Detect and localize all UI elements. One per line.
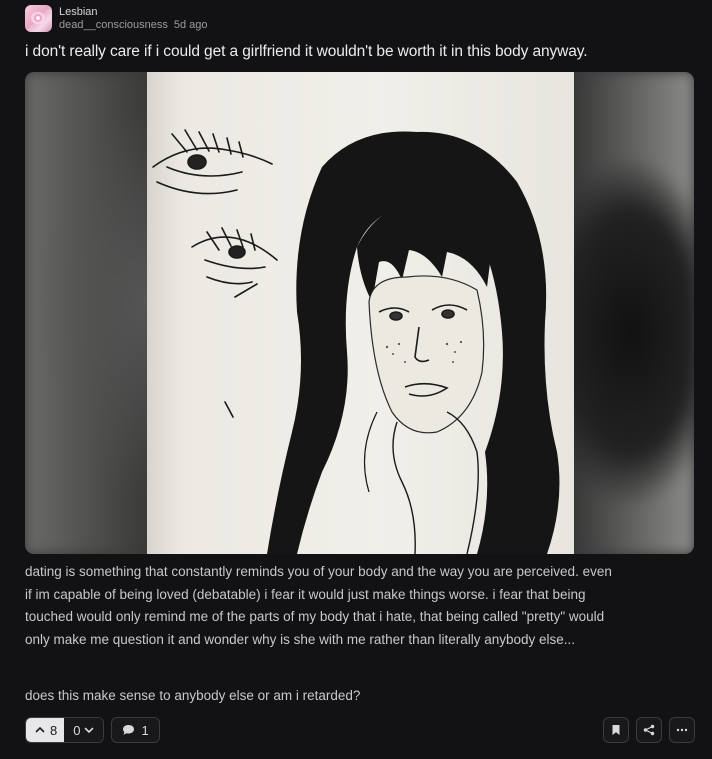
upvote-count: 8 — [50, 722, 58, 738]
post-secondary-actions — [603, 717, 695, 743]
comment-icon — [123, 725, 135, 735]
post-actions: 8 0 1 — [25, 717, 160, 743]
vote-group: 8 0 — [25, 717, 105, 743]
post-body: dating is something that constantly remi… — [25, 564, 612, 648]
upvote-button[interactable]: 8 — [26, 718, 65, 742]
downvote-count: 0 — [73, 722, 81, 738]
bookmark-button[interactable] — [603, 717, 629, 743]
community-avatar[interactable] — [25, 5, 52, 32]
bookmark-icon — [612, 725, 620, 735]
community-name[interactable]: Lesbian — [59, 6, 208, 19]
post-meta: Lesbian dead__consciousness 5d ago — [59, 6, 208, 32]
post-image[interactable] — [25, 72, 694, 554]
sketch-image — [147, 72, 574, 554]
post-age: 5d ago — [173, 18, 208, 31]
post-question: does this make sense to anybody else or … — [25, 688, 361, 703]
author-name[interactable]: dead__consciousness — [59, 19, 168, 32]
chevron-down-icon — [85, 727, 94, 734]
post-title[interactable]: i don't really care if i could get a gir… — [25, 43, 588, 61]
comment-count: 1 — [141, 722, 149, 738]
comments-button[interactable]: 1 — [111, 717, 160, 743]
post-header: Lesbian dead__consciousness 5d ago — [25, 5, 208, 32]
downvote-button[interactable]: 0 — [64, 718, 104, 742]
more-icon — [676, 728, 688, 732]
share-button[interactable] — [636, 717, 662, 743]
post-subline: dead__consciousness 5d ago — [59, 19, 208, 32]
chevron-up-icon — [35, 726, 45, 733]
more-button[interactable] — [669, 717, 695, 743]
share-icon — [643, 724, 655, 736]
